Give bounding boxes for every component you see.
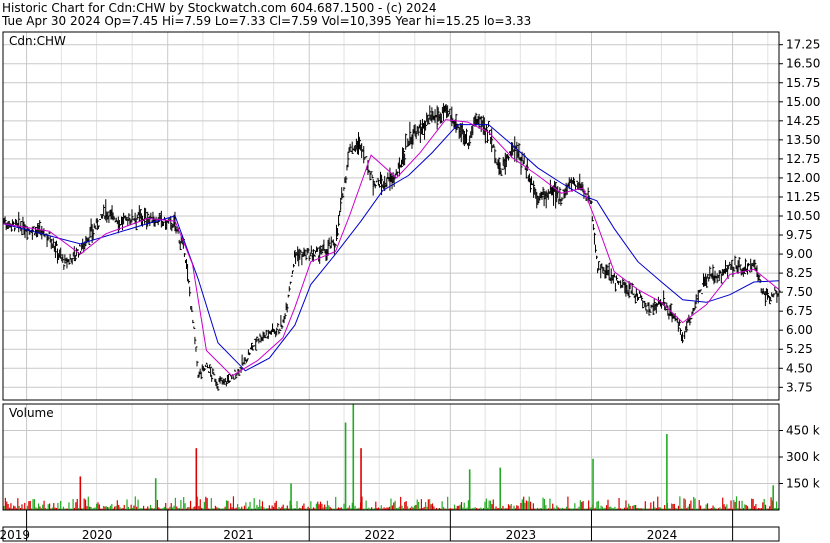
price-tick-label: 10.50	[786, 209, 820, 223]
price-tick-label: 5.25	[786, 342, 813, 356]
year-label: 2020	[82, 528, 113, 542]
volume-tick-label: 150 k	[786, 477, 820, 491]
price-tick-label: 9.00	[786, 247, 813, 261]
year-label: 2021	[223, 528, 254, 542]
price-tick-label: 15.00	[786, 95, 820, 109]
price-marks	[2, 103, 781, 391]
price-tick-label: 9.75	[786, 228, 813, 242]
price-tick-label: 14.25	[786, 114, 820, 128]
moving-average-slow-line	[2, 124, 780, 372]
price-tick-label: 12.00	[786, 171, 820, 185]
moving-average-fast-line	[2, 119, 780, 377]
price-tick-label: 6.00	[786, 323, 813, 337]
year-label: 2022	[365, 528, 396, 542]
price-tick-label: 7.50	[786, 285, 813, 299]
price-tick-label: 11.25	[786, 190, 820, 204]
price-tick-label: 15.75	[786, 76, 820, 90]
volume-tick-label: 300 k	[786, 450, 820, 464]
panel-frames	[2, 31, 783, 542]
year-label: 2023	[506, 528, 537, 542]
volume-grid	[3, 404, 779, 510]
price-tick-label: 12.75	[786, 152, 820, 166]
price-tick-label: 6.75	[786, 304, 813, 318]
price-tick-label: 17.25	[786, 38, 820, 52]
price-tick-label: 16.50	[786, 57, 820, 71]
price-tick-label: 8.25	[786, 266, 813, 280]
year-label: 2024	[647, 528, 678, 542]
volume-tick-label: 450 k	[786, 424, 820, 438]
volume-panel-title: Volume	[9, 406, 54, 420]
year-label: 2019	[0, 528, 30, 542]
price-tick-label: 13.50	[786, 133, 820, 147]
price-panel-title: Cdn:CHW	[9, 34, 66, 48]
price-tick-label: 4.50	[786, 361, 813, 375]
chart-svg: 2019 2020 2021 2022 2023 2024 17.25 16.50 15.75 1…	[0, 31, 820, 542]
price-grid	[3, 32, 779, 400]
price-tick-label: 3.75	[786, 380, 813, 394]
stockwatch-chart: Historic Chart for Cdn:CHW by Stockwatch…	[0, 0, 830, 543]
